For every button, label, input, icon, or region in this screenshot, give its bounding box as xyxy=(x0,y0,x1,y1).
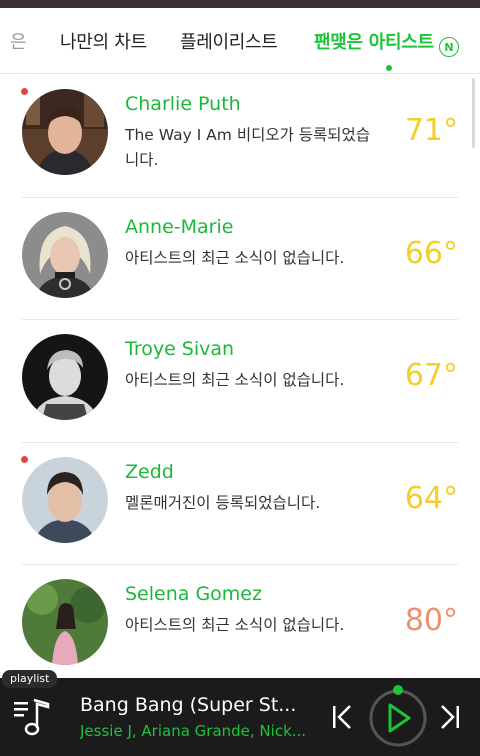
avatar[interactable] xyxy=(22,334,108,420)
song-artist[interactable]: Jessie J, Ariana Grande, Nick... xyxy=(80,722,320,740)
fan-temperature: 67° xyxy=(404,358,458,393)
artist-name[interactable]: Selena Gomez xyxy=(125,583,262,605)
artist-row[interactable]: Selena Gomez 아티스트의 최근 소식이 없습니다. 80° xyxy=(0,565,480,688)
artist-name[interactable]: Anne-Marie xyxy=(125,216,233,238)
playlist-tag[interactable]: playlist xyxy=(2,670,58,688)
artist-news: 멜론매거진이 등록되었습니다. xyxy=(125,493,321,512)
tab-playlist[interactable]: 플레이리스트 xyxy=(180,28,278,54)
tab-bar: 은 나만의 차트 플레이리스트 팬맺은 아티스트 N xyxy=(0,8,480,74)
avatar[interactable] xyxy=(22,89,108,175)
avatar[interactable] xyxy=(22,579,108,665)
new-badge: N xyxy=(439,37,459,57)
previous-icon[interactable] xyxy=(330,703,354,731)
fan-temperature: 80° xyxy=(404,603,458,638)
artist-news: 아티스트의 최근 소식이 없습니다. xyxy=(125,616,345,634)
artist-row[interactable]: Troye Sivan 아티스트의 최근 소식이 없습니다. 67° xyxy=(0,320,480,443)
fan-temperature: 64° xyxy=(404,480,458,516)
new-indicator xyxy=(21,455,28,463)
artist-row[interactable]: Charlie Puth The Way I Am 비디오가 등록되었습니다. … xyxy=(0,75,480,198)
playlist-icon[interactable] xyxy=(12,696,54,740)
play-icon[interactable] xyxy=(366,682,430,752)
song-title[interactable]: Bang Bang (Super St... xyxy=(80,694,320,716)
avatar[interactable] xyxy=(22,211,108,298)
next-icon[interactable] xyxy=(438,703,462,731)
avatar[interactable] xyxy=(22,456,108,543)
artist-row[interactable]: Zedd 멜론매거진이 등록되었습니다. 64° xyxy=(0,443,480,566)
artist-name[interactable]: Troye Sivan xyxy=(125,338,234,360)
active-tab-indicator xyxy=(386,65,392,71)
artist-list: Charlie Puth The Way I Am 비디오가 등록되었습니다. … xyxy=(0,75,480,688)
tab-my-chart[interactable]: 나만의 차트 xyxy=(60,28,147,54)
artist-row[interactable]: Anne-Marie 아티스트의 최근 소식이 없습니다. 66° xyxy=(0,198,480,321)
artist-news: 아티스트의 최근 소식이 없습니다. xyxy=(125,248,345,267)
tab-previous[interactable]: 은 xyxy=(10,28,27,54)
tab-fan-artists[interactable]: 팬맺은 아티스트 xyxy=(314,28,434,54)
artist-name[interactable]: Zedd xyxy=(125,461,174,483)
new-indicator xyxy=(21,88,28,95)
fan-temperature: 71° xyxy=(404,113,458,148)
artist-news: 아티스트의 최근 소식이 없습니다. xyxy=(125,371,345,389)
artist-news: The Way I Am 비디오가 등록되었습니다. xyxy=(125,126,371,169)
fan-temperature: 66° xyxy=(404,235,458,271)
status-strip xyxy=(0,0,480,8)
artist-name[interactable]: Charlie Puth xyxy=(125,93,241,115)
